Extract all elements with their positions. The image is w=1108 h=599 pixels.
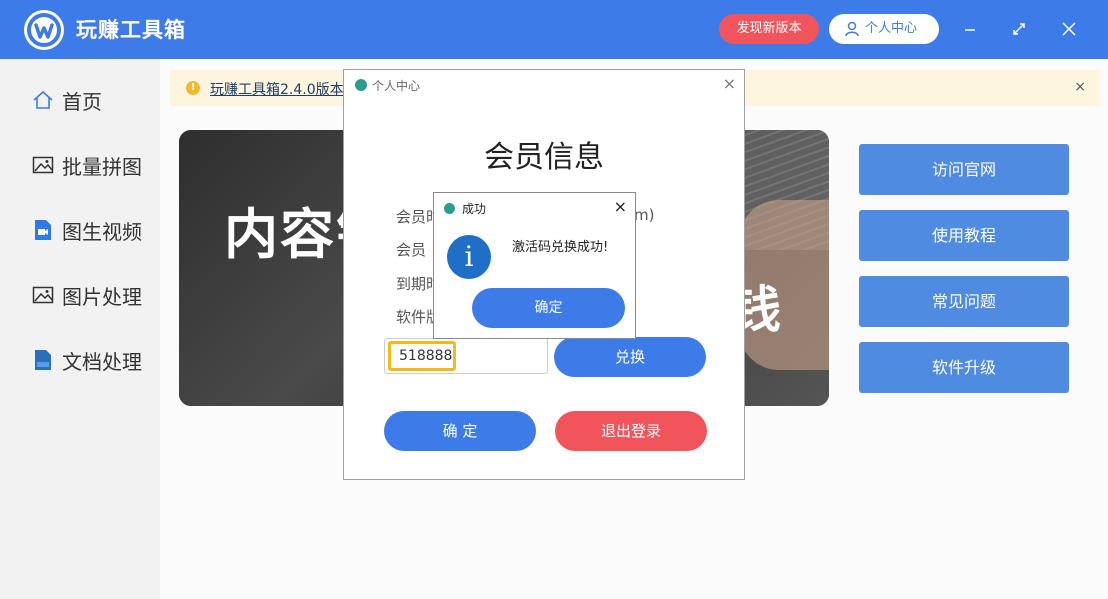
- minimize-icon: [965, 29, 975, 31]
- success-dialog-title: 成功: [462, 202, 487, 216]
- close-button[interactable]: [1056, 16, 1082, 42]
- maximize-button[interactable]: [1006, 16, 1032, 42]
- success-ok-button[interactable]: 确定: [472, 288, 625, 328]
- dialog-close-icon[interactable]: ×: [723, 74, 736, 93]
- user-center-label: 个人中心: [865, 21, 918, 36]
- sidebar-item-home[interactable]: 首页: [32, 84, 157, 116]
- info-icon: i: [447, 235, 491, 279]
- image-icon: [32, 154, 54, 176]
- member-type-label: 会员: [396, 241, 427, 259]
- activation-code-value: 518888: [388, 341, 456, 371]
- sidebar-item-label: 文档处理: [62, 349, 142, 374]
- dialog-logo-icon: [355, 79, 367, 91]
- doc-file-icon: [32, 349, 54, 371]
- sidebar-item-label: 图生视频: [62, 219, 142, 244]
- visit-website-button[interactable]: 访问官网: [859, 144, 1069, 195]
- sidebar: [0, 59, 160, 599]
- sidebar-item-label: 图片处理: [62, 284, 142, 309]
- sidebar-item-image-processing[interactable]: 图片处理: [32, 279, 157, 311]
- success-close-icon[interactable]: ×: [614, 197, 627, 216]
- app-title: 玩赚工具箱: [76, 18, 186, 42]
- sidebar-item-image-to-video[interactable]: 图生视频: [32, 214, 157, 246]
- confirm-button[interactable]: 确 定: [384, 411, 536, 451]
- sidebar-item-document-processing[interactable]: 文档处理: [32, 344, 157, 376]
- title-bar: 玩赚工具箱 发现新版本 个人中心: [0, 0, 1108, 59]
- notice-link[interactable]: 玩赚工具箱2.4.0版本_: [210, 79, 351, 99]
- expand-icon: [1013, 23, 1025, 35]
- minimize-button[interactable]: [957, 16, 983, 42]
- notice-close-icon[interactable]: ×: [1074, 79, 1086, 95]
- success-dialog: 成功 × i 激活码兑换成功! 确定: [433, 192, 636, 339]
- sidebar-item-batch-collage[interactable]: 批量拼图: [32, 149, 157, 181]
- redeem-button[interactable]: 兑换: [554, 337, 706, 377]
- image-icon: [32, 284, 54, 306]
- new-version-button[interactable]: 发现新版本: [719, 14, 819, 44]
- logout-button[interactable]: 退出登录: [555, 411, 707, 451]
- upgrade-button[interactable]: 软件升级: [859, 342, 1069, 393]
- sidebar-item-label: 批量拼图: [62, 154, 142, 179]
- activation-code-input[interactable]: 518888: [384, 338, 548, 374]
- app-logo-icon: [24, 10, 64, 50]
- dialog-title: 个人中心: [372, 79, 421, 93]
- tutorial-button[interactable]: 使用教程: [859, 210, 1069, 261]
- user-center-button[interactable]: 个人中心: [829, 14, 939, 44]
- user-icon: [845, 21, 859, 37]
- close-icon: [1062, 22, 1076, 36]
- dialog-logo-icon: [444, 203, 455, 214]
- home-icon: [32, 89, 54, 111]
- warning-icon: !: [186, 81, 200, 95]
- faq-button[interactable]: 常见问题: [859, 276, 1069, 327]
- sidebar-item-label: 首页: [62, 89, 102, 114]
- member-time-value: m): [634, 206, 655, 224]
- dialog-heading: 会员信息: [484, 140, 604, 175]
- video-file-icon: [32, 219, 54, 241]
- success-message: 激活码兑换成功!: [512, 240, 609, 255]
